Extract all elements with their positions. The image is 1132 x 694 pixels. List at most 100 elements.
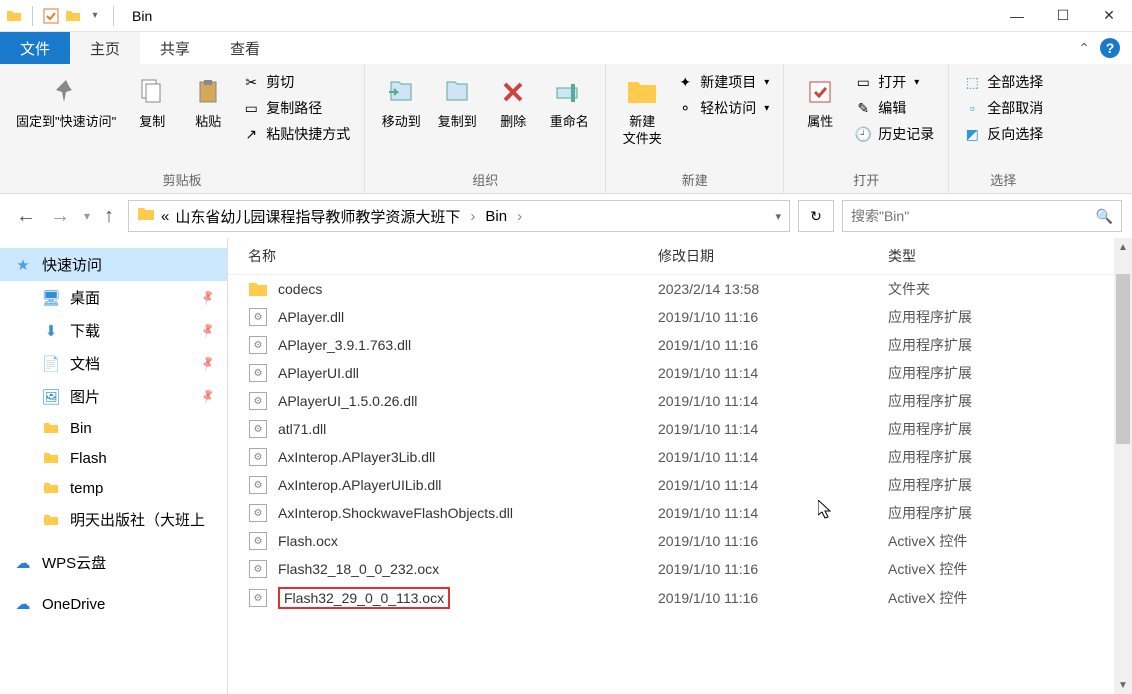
copypath-button[interactable]: ▭复制路径	[242, 98, 350, 118]
dll-icon: ⚙	[248, 503, 268, 523]
address-ellipsis[interactable]: «	[161, 208, 169, 225]
paste-label: 粘贴	[195, 114, 221, 131]
folder-icon	[248, 279, 268, 299]
chevron-right-icon[interactable]: ›	[466, 208, 479, 225]
pasteshortcut-button[interactable]: ↗粘贴快捷方式	[242, 124, 350, 144]
rename-button[interactable]: 重命名	[541, 70, 597, 135]
file-row[interactable]: ⚙AxInterop.ShockwaveFlashObjects.dll2019…	[228, 499, 1132, 527]
file-date: 2019/1/10 11:16	[658, 590, 888, 606]
rename-label: 重命名	[550, 114, 589, 131]
sidebar-item-documents[interactable]: 📄文档	[0, 347, 227, 380]
ribbon: 固定到"快速访问" 复制 粘贴 ✂剪切 ▭复制路径 ↗粘贴快捷方式 剪贴板 移动…	[0, 64, 1132, 194]
scroll-down-icon[interactable]: ▼	[1114, 676, 1132, 694]
history-button[interactable]: 🕘历史记录	[854, 124, 934, 144]
edit-button[interactable]: ✎编辑	[854, 98, 934, 118]
selectnone-icon: ▫	[963, 99, 981, 117]
ribbon-collapse-icon[interactable]: ⌃	[1078, 40, 1090, 57]
sidebar-item-publisher[interactable]: 明天出版社（大班上	[0, 503, 227, 536]
nav-forward-button[interactable]: →	[50, 205, 70, 228]
sidebar-item-onedrive[interactable]: ☁OneDrive	[0, 589, 227, 619]
paste-button[interactable]: 粘贴	[180, 70, 236, 135]
open-button[interactable]: ▭打开▾	[854, 72, 934, 92]
sidebar-item-bin[interactable]: Bin	[0, 413, 227, 443]
help-icon[interactable]: ?	[1100, 38, 1120, 58]
easyaccess-icon: ⚬	[676, 99, 694, 117]
scrollbar-thumb[interactable]	[1116, 274, 1130, 444]
chevron-right-icon[interactable]: ›	[513, 208, 526, 225]
pin-quickaccess-button[interactable]: 固定到"快速访问"	[8, 70, 124, 135]
tab-home[interactable]: 主页	[70, 32, 140, 64]
address-crumb-parent[interactable]: 山东省幼儿园课程指导教师教学资源大班下	[175, 206, 460, 227]
address-row: ← → ▾ ↑ « 山东省幼儿园课程指导教师教学资源大班下 › Bin › ▾ …	[0, 194, 1132, 238]
copy-button[interactable]: 复制	[124, 70, 180, 135]
selectall-button[interactable]: ⬚全部选择	[963, 72, 1043, 92]
nav-recent-dropdown[interactable]: ▾	[84, 209, 90, 223]
invert-icon: ◩	[963, 125, 981, 143]
properties-button[interactable]: 属性	[792, 70, 848, 135]
nav-back-button[interactable]: ←	[16, 205, 36, 228]
tab-view[interactable]: 查看	[210, 32, 280, 64]
column-header-date[interactable]: 修改日期	[658, 246, 888, 266]
invert-button[interactable]: ◩反向选择	[963, 124, 1043, 144]
scroll-up-icon[interactable]: ▲	[1114, 238, 1132, 256]
file-row[interactable]: ⚙AxInterop.APlayer3Lib.dll2019/1/10 11:1…	[228, 443, 1132, 471]
file-row[interactable]: ⚙APlayerUI.dll2019/1/10 11:14应用程序扩展	[228, 359, 1132, 387]
file-row[interactable]: ⚙AxInterop.APlayerUILib.dll2019/1/10 11:…	[228, 471, 1132, 499]
cut-button[interactable]: ✂剪切	[242, 72, 350, 92]
qat-properties-icon[interactable]	[43, 8, 59, 24]
file-row[interactable]: ⚙APlayer.dll2019/1/10 11:16应用程序扩展	[228, 303, 1132, 331]
file-row[interactable]: ⚙Flash32_29_0_0_113.ocx2019/1/10 11:16Ac…	[228, 583, 1132, 613]
easyaccess-button[interactable]: ⚬轻松访问▾	[676, 98, 769, 118]
tab-file[interactable]: 文件	[0, 32, 70, 64]
file-row[interactable]: ⚙APlayer_3.9.1.763.dll2019/1/10 11:16应用程…	[228, 331, 1132, 359]
sidebar-item-downloads[interactable]: ⬇下载	[0, 314, 227, 347]
nav-up-button[interactable]: ↑	[104, 205, 114, 228]
file-row[interactable]: ⚙Flash.ocx2019/1/10 11:16ActiveX 控件	[228, 527, 1132, 555]
dll-icon: ⚙	[248, 588, 268, 608]
qat-separator-2	[113, 6, 114, 26]
sidebar-item-temp[interactable]: temp	[0, 473, 227, 503]
scrollbar[interactable]: ▲ ▼	[1114, 238, 1132, 694]
sidebar-item-wps[interactable]: ☁WPS云盘	[0, 546, 227, 579]
column-header-type[interactable]: 类型	[888, 246, 1132, 266]
selectnone-button[interactable]: ▫全部取消	[963, 98, 1043, 118]
file-row[interactable]: ⚙atl71.dll2019/1/10 11:14应用程序扩展	[228, 415, 1132, 443]
newitem-button[interactable]: ✦新建项目▾	[676, 72, 769, 92]
delete-label: 删除	[500, 114, 526, 131]
moveto-button[interactable]: 移动到	[373, 70, 429, 135]
sidebar-item-pictures[interactable]: 🖼图片	[0, 380, 227, 413]
column-header-name[interactable]: 名称	[228, 246, 658, 266]
cloud-icon: ☁	[14, 595, 32, 613]
edit-icon: ✎	[854, 99, 872, 117]
minimize-button[interactable]: —	[994, 0, 1040, 32]
address-dropdown-icon[interactable]: ▾	[775, 210, 781, 223]
sidebar-item-quickaccess[interactable]: ★快速访问	[0, 248, 227, 281]
file-row[interactable]: ⚙APlayerUI_1.5.0.26.dll2019/1/10 11:14应用…	[228, 387, 1132, 415]
address-crumb-current[interactable]: Bin	[485, 208, 507, 225]
search-box[interactable]: 🔍	[842, 200, 1122, 232]
dll-icon: ⚙	[248, 363, 268, 383]
file-date: 2019/1/10 11:14	[658, 393, 888, 409]
moveto-label: 移动到	[382, 114, 421, 131]
qat-folder-icon[interactable]	[65, 8, 81, 24]
close-button[interactable]: ✕	[1086, 0, 1132, 32]
copyto-button[interactable]: 复制到	[429, 70, 485, 135]
delete-button[interactable]: 删除	[485, 70, 541, 135]
tab-share[interactable]: 共享	[140, 32, 210, 64]
file-type: 应用程序扩展	[888, 447, 1132, 467]
address-bar[interactable]: « 山东省幼儿园课程指导教师教学资源大班下 › Bin › ▾	[128, 200, 790, 232]
search-input[interactable]	[851, 208, 1096, 224]
search-icon[interactable]: 🔍	[1096, 208, 1113, 225]
newfolder-button[interactable]: 新建 文件夹	[614, 70, 670, 152]
file-list[interactable]: 名称 修改日期 类型 codecs2023/2/14 13:58文件夹⚙APla…	[228, 238, 1132, 694]
file-row[interactable]: ⚙Flash32_18_0_0_232.ocx2019/1/10 11:16Ac…	[228, 555, 1132, 583]
dll-icon: ⚙	[248, 475, 268, 495]
file-row[interactable]: codecs2023/2/14 13:58文件夹	[228, 275, 1132, 303]
file-date: 2019/1/10 11:16	[658, 533, 888, 549]
pin-label: 固定到"快速访问"	[16, 114, 116, 131]
sidebar-item-desktop[interactable]: 🖥桌面	[0, 281, 227, 314]
sidebar-item-flash[interactable]: Flash	[0, 443, 227, 473]
maximize-button[interactable]: ☐	[1040, 0, 1086, 32]
refresh-button[interactable]: ↻	[798, 200, 834, 232]
qat-dropdown-icon[interactable]: ▾	[87, 8, 103, 24]
